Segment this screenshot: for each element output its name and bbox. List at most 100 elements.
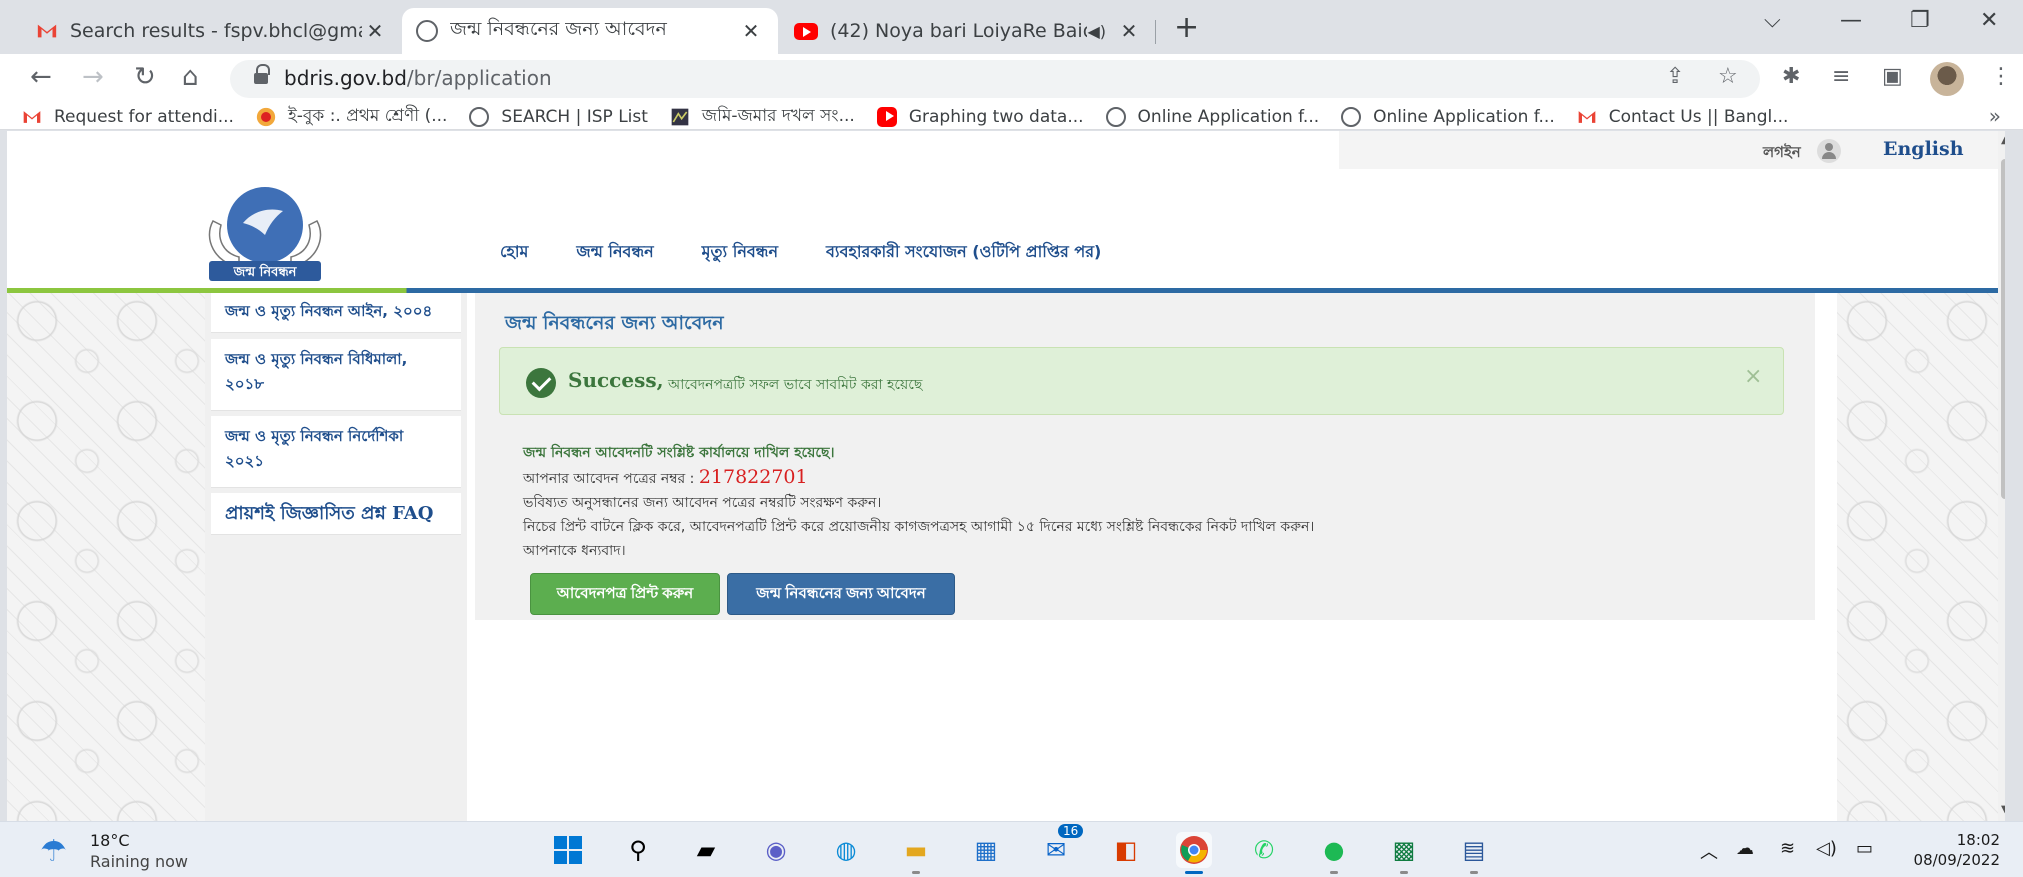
menu-icon[interactable]: ⋮ bbox=[1990, 64, 2012, 89]
lock-icon[interactable] bbox=[254, 64, 270, 86]
close-icon[interactable]: ✕ bbox=[1116, 19, 1142, 43]
application-number-line: আপনার আবেদন পত্রের নম্বর : 217822701 bbox=[523, 466, 808, 488]
globe-icon bbox=[1341, 106, 1362, 127]
running-indicator bbox=[1330, 871, 1338, 874]
forward-button[interactable]: → bbox=[82, 62, 104, 92]
page-scrollbar[interactable]: ▲ ▼ bbox=[1998, 131, 2005, 821]
side-panel-icon[interactable]: ▣ bbox=[1882, 64, 1903, 89]
rain-cloud-icon[interactable]: ☂ bbox=[40, 834, 67, 869]
thanks-line: আপনাকে ধন্যবাদ। bbox=[523, 543, 626, 559]
wifi-icon[interactable]: ≋ bbox=[1780, 838, 1795, 859]
nav-home[interactable]: হোম bbox=[500, 239, 528, 266]
spotify-icon[interactable]: ● bbox=[1316, 832, 1352, 874]
bookmark-star-icon[interactable]: ☆ bbox=[1718, 64, 1738, 89]
globe-icon bbox=[1105, 106, 1126, 127]
sidebar-item-act-2004[interactable]: জন্ম ও মৃত্যু নিবন্ধন আইন, ২০০৪ bbox=[211, 293, 461, 333]
globe-icon bbox=[416, 20, 438, 42]
bookmark-item[interactable]: Contact Us || Bangl... bbox=[1577, 107, 1788, 127]
office-icon[interactable]: ◧ bbox=[1108, 832, 1144, 868]
system-clock[interactable]: 18:02 08/09/2022 bbox=[1904, 830, 2000, 870]
task-view-icon[interactable]: ▰ bbox=[688, 832, 724, 868]
close-window-button[interactable]: ✕ bbox=[1980, 8, 1998, 33]
logo-text: জন্ম নিবন্ধন bbox=[233, 263, 298, 280]
media-control-icon[interactable]: ≡ bbox=[1832, 64, 1850, 89]
running-indicator bbox=[1470, 871, 1478, 874]
url-text[interactable]: bdris.gov.bd/br/application bbox=[284, 66, 552, 90]
mail-icon[interactable]: ✉ 16 bbox=[1038, 824, 1084, 868]
chrome-icon[interactable] bbox=[1176, 832, 1212, 874]
back-button[interactable]: ← bbox=[30, 62, 52, 92]
edge-icon[interactable]: ◍ bbox=[828, 832, 864, 868]
user-icon[interactable] bbox=[1817, 139, 1841, 163]
file-explorer-icon[interactable]: ▬ bbox=[898, 832, 934, 874]
mail-badge: 16 bbox=[1058, 824, 1084, 838]
sidebar-item-rules-2018[interactable]: জন্ম ও মৃত্যু নিবন্ধন বিধিমালা, ২০১৮ bbox=[211, 339, 461, 411]
application-number: 217822701 bbox=[698, 466, 808, 488]
gmail-icon bbox=[37, 24, 57, 38]
tab-gmail[interactable]: Search results - fspv.bhcl@gmail. ✕ bbox=[22, 8, 402, 54]
running-indicator bbox=[912, 871, 920, 874]
close-icon[interactable]: × bbox=[1744, 364, 1762, 389]
start-button[interactable] bbox=[550, 832, 586, 868]
instruction-line: নিচের প্রিন্ট বাটনে ক্লিক করে, আবেদনপত্র… bbox=[523, 519, 1315, 535]
word-icon[interactable]: ▤ bbox=[1456, 832, 1492, 874]
battery-icon[interactable]: ▭ bbox=[1856, 838, 1873, 859]
bookmark-item[interactable]: জমি-জমার দখল সং... bbox=[670, 103, 855, 131]
tab-title: জন্ম নিবন্ধনের জন্য আবেদন bbox=[450, 18, 667, 40]
nav-birth-registration[interactable]: জন্ম নিবন্ধন bbox=[576, 239, 653, 266]
gmail-icon bbox=[23, 110, 41, 123]
address-bar[interactable]: bdris.gov.bd/br/application ⇪ ☆ bbox=[230, 60, 1760, 98]
minimize-button[interactable]: — bbox=[1840, 8, 1862, 33]
audio-playing-icon[interactable]: ◀) bbox=[1087, 22, 1106, 41]
sidebar-item-guideline-2021[interactable]: জন্ম ও মৃত্যু নিবন্ধন নির্দেশিকা ২০২১ bbox=[211, 416, 461, 488]
nav-user-add[interactable]: ব্যবহারকারী সংযোজন (ওটিপি প্রাপ্তির পর) bbox=[826, 239, 1101, 266]
login-link[interactable]: লগইন bbox=[1763, 141, 1801, 166]
search-icon[interactable]: ⚲ bbox=[620, 832, 656, 868]
home-button[interactable]: ⌂ bbox=[182, 62, 199, 92]
bookmark-item[interactable]: Online Application f... bbox=[1105, 106, 1319, 127]
tab-search-chevron-icon[interactable]: ⌵ bbox=[1764, 8, 1781, 33]
confirmation-text: জন্ম নিবন্ধন আবেদনটি সংশ্লিষ্ট কার্যালয়… bbox=[523, 441, 1314, 563]
close-icon[interactable]: ✕ bbox=[738, 19, 764, 43]
bookmark-item[interactable]: SEARCH | ISP List bbox=[469, 106, 648, 127]
onedrive-icon[interactable]: ☁ bbox=[1736, 838, 1754, 859]
bd-gov-icon bbox=[256, 107, 276, 126]
profile-avatar[interactable] bbox=[1930, 62, 1964, 96]
print-application-button[interactable]: আবেদনপত্র প্রিন্ট করুন bbox=[530, 573, 720, 615]
site-logo[interactable]: জন্ম নিবন্ধন bbox=[199, 181, 331, 283]
bookmark-item[interactable]: ই-বুক :. প্রথম শ্রেণী (... bbox=[256, 103, 447, 131]
new-birth-application-button[interactable]: জন্ম নিবন্ধনের জন্য আবেদন bbox=[727, 573, 955, 615]
browser-toolbar: ← → ↻ ⌂ bdris.gov.bd/br/application ⇪ ☆ … bbox=[0, 54, 2023, 104]
bookmark-item[interactable]: Request for attendi... bbox=[22, 107, 234, 127]
bookmark-item[interactable]: Graphing two data... bbox=[876, 106, 1084, 127]
share-icon[interactable]: ⇪ bbox=[1666, 64, 1684, 89]
bookmark-item[interactable]: Online Application f... bbox=[1341, 106, 1555, 127]
close-icon[interactable]: ✕ bbox=[362, 19, 388, 43]
store-icon[interactable]: ▦ bbox=[968, 832, 1004, 868]
restore-button[interactable]: ❐ bbox=[1910, 8, 1930, 33]
chat-icon[interactable]: ◉ bbox=[758, 832, 794, 868]
submitted-line: জন্ম নিবন্ধন আবেদনটি সংশ্লিষ্ট কার্যালয়… bbox=[523, 445, 835, 461]
excel-icon[interactable]: ▩ bbox=[1386, 832, 1422, 874]
tab-birth-registration[interactable]: জন্ম নিবন্ধনের জন্য আবেদন ✕ bbox=[402, 8, 778, 54]
temperature[interactable]: 18°C bbox=[90, 831, 130, 850]
nav-death-registration[interactable]: মৃত্যু নিবন্ধন bbox=[702, 239, 778, 266]
tray-chevron-icon[interactable]: ︿ bbox=[1700, 838, 1718, 864]
scrollbar-thumb[interactable] bbox=[2001, 159, 2005, 499]
decorative-pattern bbox=[1837, 291, 2005, 821]
volume-icon[interactable]: ◁) bbox=[1816, 838, 1837, 859]
extensions-icon[interactable]: ✱ bbox=[1782, 64, 1800, 89]
tab-strip: Search results - fspv.bhcl@gmail. ✕ জন্ম… bbox=[0, 0, 2023, 54]
sidebar-item-faq[interactable]: প্রায়শই জিজ্ঞাসিত প্রশ্ন FAQ bbox=[211, 493, 461, 535]
tab-youtube[interactable]: (42) Noya bari LoiyaRe Baida ◀) ✕ bbox=[780, 8, 1156, 54]
more-bookmarks-icon[interactable]: » bbox=[1989, 104, 2001, 128]
weather-description[interactable]: Raining now bbox=[90, 852, 188, 871]
scroll-down-icon[interactable]: ▼ bbox=[2001, 804, 2005, 815]
new-tab-button[interactable]: + bbox=[1174, 10, 1199, 45]
success-alert: Success, আবেদনপত্রটি সফল ভাবে সাবমিট করা… bbox=[499, 347, 1784, 415]
decorative-pattern bbox=[7, 291, 207, 821]
language-toggle[interactable]: English bbox=[1883, 138, 1964, 160]
reload-button[interactable]: ↻ bbox=[134, 62, 156, 92]
whatsapp-icon[interactable]: ✆ bbox=[1246, 832, 1282, 868]
scroll-up-icon[interactable]: ▲ bbox=[2001, 135, 2005, 146]
